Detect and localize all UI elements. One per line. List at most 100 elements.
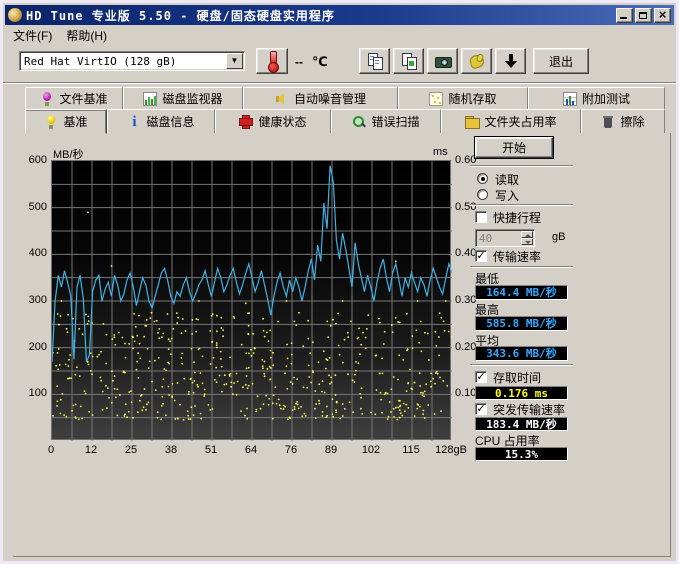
tab-benchmark[interactable]: 基准 (25, 109, 107, 134)
tab-label: 文件基准 (59, 90, 107, 107)
tab-extra-tests[interactable]: 附加测试 (528, 87, 665, 109)
screenshot-camera-button[interactable] (427, 48, 458, 74)
x-axis-tick: 38 (151, 444, 191, 456)
tab-error-scan[interactable]: 错误扫描 (331, 109, 441, 133)
toolbar-divider (3, 82, 679, 84)
short-stroke-size-stepper[interactable]: 40 (475, 229, 535, 247)
access-time-label[interactable]: 存取时间 (493, 369, 541, 386)
app-window: HD Tune 专业版 5.50 - 硬盘/固态硬盘实用程序 文件(F)帮助(H… (0, 0, 679, 564)
tab-random-access[interactable]: 随机存取 (398, 87, 528, 109)
tab-label: 错误扫描 (371, 113, 419, 130)
tab-label: 基准 (63, 113, 87, 130)
temperature-button[interactable] (256, 48, 288, 74)
tab-erase[interactable]: 擦除 (581, 109, 665, 133)
access-time-value: 0.176 ms (475, 386, 568, 400)
right-axis-title: ms (433, 146, 448, 158)
menu-item-file[interactable]: 文件(F) (6, 25, 59, 46)
tab-row-secondary: 文件基准 磁盘监视器 自动噪音管理随机存取 附加测试 (25, 87, 665, 109)
copyimg-icon (401, 53, 417, 69)
short-stroke-size-value: 40 (476, 230, 520, 246)
separator (470, 165, 573, 167)
left-axis-tick: 300 (17, 294, 47, 306)
camera-icon (435, 53, 451, 69)
left-axis-tick: 400 (17, 247, 47, 259)
toolbar-button-group (359, 48, 526, 74)
start-button[interactable]: 开始 (475, 137, 553, 158)
read-radio[interactable] (477, 173, 488, 184)
tab-label: 磁盘监视器 (162, 90, 222, 107)
separator (470, 204, 573, 206)
right-axis-tick: 0.30 (455, 294, 476, 306)
drive-select[interactable]: Red Hat VirtIO (128 gB) ▼ (19, 51, 245, 71)
speaker-icon (275, 92, 289, 106)
burst-rate-label[interactable]: 突发传输速率 (493, 401, 565, 418)
plot-canvas (52, 161, 452, 441)
maximize-button[interactable] (635, 8, 652, 23)
x-axis-tick: 115 (391, 444, 431, 456)
burst-rate-value: 183.4 MB/秒 (475, 417, 568, 431)
x-axis-tick: 51 (191, 444, 231, 456)
right-axis-tick: 0.50 (455, 201, 476, 213)
right-axis-tick: 0.10 (455, 387, 476, 399)
read-radio-label[interactable]: 读取 (495, 171, 519, 188)
write-radio-label[interactable]: 写入 (495, 187, 519, 204)
folder-icon (465, 115, 479, 129)
short-stroke-label[interactable]: 快捷行程 (493, 209, 541, 226)
tab-folder-usage[interactable]: 文件夹占用率 (441, 109, 581, 133)
short-stroke-checkbox[interactable] (475, 211, 487, 223)
cross-icon (239, 115, 253, 129)
dots-icon (429, 92, 443, 106)
stepper-up-icon[interactable] (521, 231, 533, 238)
exit-button-label: 退出 (549, 53, 573, 70)
close-button[interactable] (654, 8, 671, 23)
tab-disk-monitor[interactable]: 磁盘监视器 (123, 87, 243, 109)
tab-health[interactable]: 健康状态 (215, 109, 331, 133)
minimum-value: 164.4 MB/秒 (475, 285, 568, 300)
info-icon (127, 115, 141, 129)
exit-button[interactable]: 退出 (533, 48, 589, 74)
tab-label: 磁盘信息 (146, 113, 194, 130)
start-button-label: 开始 (502, 139, 526, 156)
thermometer-icon (264, 51, 280, 71)
right-axis-tick: 0.40 (455, 247, 476, 259)
left-axis-tick: 500 (17, 201, 47, 213)
transfer-rate-label[interactable]: 传输速率 (493, 248, 541, 265)
app-icon (8, 8, 22, 22)
x-axis-tick: 0 (31, 444, 71, 456)
transfer-rate-checkbox[interactable] (475, 250, 487, 262)
stepper-down-icon[interactable] (521, 238, 533, 245)
copy-screenshot-button[interactable] (393, 48, 424, 74)
menu-bar: 文件(F)帮助(H) (6, 26, 673, 45)
burst-rate-checkbox[interactable] (475, 403, 487, 415)
x-axis-tick: 128gB (431, 444, 471, 456)
title-bar: HD Tune 专业版 5.50 - 硬盘/固态硬盘实用程序 (5, 5, 674, 25)
write-radio[interactable] (477, 189, 488, 200)
tab-label: 文件夹占用率 (484, 113, 556, 130)
hand-icon (469, 53, 485, 69)
chevron-down-icon[interactable]: ▼ (226, 53, 243, 69)
temperature-unit: ℃ (312, 54, 328, 70)
tab-label: 附加测试 (582, 90, 630, 107)
bulb-yellow-icon (44, 115, 58, 129)
left-axis-tick: 100 (17, 387, 47, 399)
tab-aam[interactable]: 自动噪音管理 (243, 87, 398, 109)
donate-hand-button[interactable] (461, 48, 492, 74)
x-axis-tick: 64 (231, 444, 271, 456)
x-axis-tick: 76 (271, 444, 311, 456)
menu-item-help[interactable]: 帮助(H) (59, 25, 114, 46)
grid-icon (563, 92, 577, 106)
toolbar: Red Hat VirtIO (128 gB) ▼ -- ℃ 退出 (6, 45, 673, 82)
window-title: HD Tune 专业版 5.50 - 硬盘/固态硬盘实用程序 (26, 7, 614, 24)
x-axis-tick: 25 (111, 444, 151, 456)
separator (470, 364, 573, 366)
x-axis-tick: 12 (71, 444, 111, 456)
tab-file-benchmark[interactable]: 文件基准 (25, 87, 123, 109)
drive-select-value: Red Hat VirtIO (128 gB) (20, 55, 225, 68)
copy-results-button[interactable] (359, 48, 390, 74)
access-time-checkbox[interactable] (475, 371, 487, 383)
x-axis-tick: 89 (311, 444, 351, 456)
minimize-button[interactable] (616, 8, 633, 23)
left-axis-tick: 600 (17, 154, 47, 166)
save-button[interactable] (495, 48, 526, 74)
tab-disk-info[interactable]: 磁盘信息 (107, 109, 215, 133)
